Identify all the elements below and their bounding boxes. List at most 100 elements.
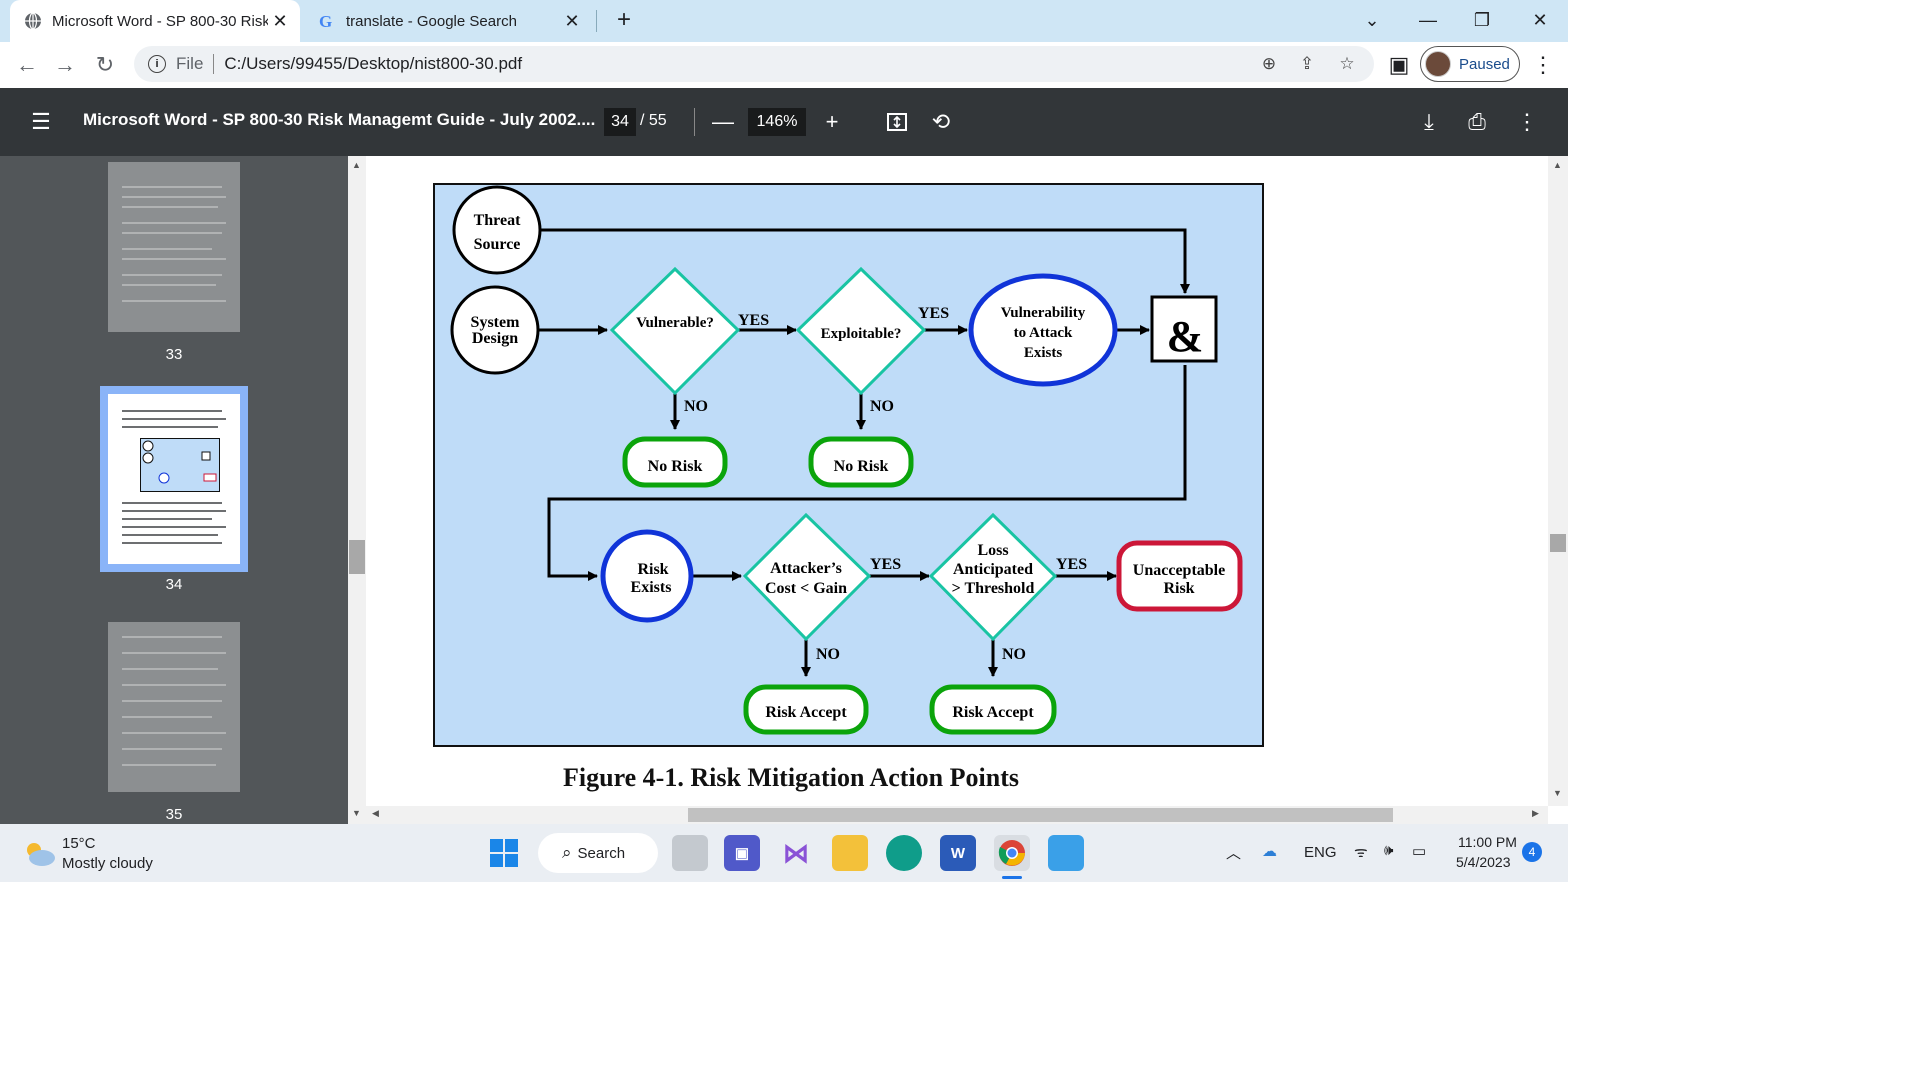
- omnibox[interactable]: i File C:/Users/99455/Desktop/nist800-30…: [134, 46, 1374, 82]
- more-options-icon[interactable]: ⋮: [1512, 107, 1542, 137]
- scroll-up-arrow-icon[interactable]: ▲: [1553, 160, 1562, 170]
- toolbar-divider: [694, 108, 695, 136]
- vulnerable-decision: Vulnerable?: [609, 266, 741, 396]
- page-vertical-scrollbar[interactable]: ▲ ▼: [1548, 156, 1568, 806]
- no-risk-box: No Risk: [622, 436, 728, 488]
- new-tab-button[interactable]: +: [610, 6, 638, 34]
- svg-text:Threat: Threat: [474, 212, 521, 229]
- scroll-thumb[interactable]: [688, 808, 1393, 822]
- bookmark-star-icon[interactable]: ☆: [1336, 53, 1358, 75]
- tab-title: Microsoft Word - SP 800-30 Risk: [52, 12, 268, 30]
- thumbnail-page[interactable]: [108, 622, 240, 792]
- scroll-left-arrow-icon[interactable]: ◀: [372, 808, 379, 819]
- svg-text:Anticipated: Anticipated: [953, 561, 1033, 578]
- onedrive-icon[interactable]: ☁: [1262, 842, 1277, 860]
- no-label: NO: [1002, 646, 1026, 663]
- svg-text:Exists: Exists: [631, 579, 672, 596]
- thumbnail-page-selected[interactable]: [100, 386, 248, 572]
- forward-icon[interactable]: →: [50, 50, 80, 80]
- print-icon[interactable]: ⎙: [1462, 107, 1492, 137]
- clock-time[interactable]: 11:00 PM: [1458, 834, 1517, 850]
- zoom-out-icon[interactable]: —: [708, 107, 738, 137]
- back-icon[interactable]: ←: [12, 50, 42, 80]
- risk-exists-node: Risk Exists: [600, 529, 694, 623]
- google-icon: G: [318, 12, 336, 30]
- share-icon[interactable]: ⇪: [1296, 53, 1318, 75]
- zoom-icon[interactable]: ⊕: [1258, 53, 1280, 75]
- svg-text:Design: Design: [472, 330, 518, 347]
- risk-accept-box: Risk Accept: [929, 684, 1057, 735]
- thumbnail-sidebar: 33 34 35: [0, 156, 348, 824]
- edge-icon[interactable]: [886, 835, 922, 871]
- tab-search-chevron-icon[interactable]: ⌄: [1352, 6, 1392, 34]
- figure-caption: Figure 4-1. Risk Mitigation Action Point…: [563, 763, 1019, 792]
- url-scheme: File: [176, 54, 204, 73]
- svg-text:Risk: Risk: [637, 561, 668, 578]
- task-view-icon[interactable]: [672, 835, 708, 871]
- thumbnail-page[interactable]: [108, 162, 240, 332]
- weather-temp[interactable]: 15°C: [62, 835, 96, 852]
- yes-label: YES: [1056, 556, 1087, 573]
- taskbar: 15°C Mostly cloudy ⌕ Search ▣ ⋈ W ︿ ☁ EN…: [0, 824, 1568, 882]
- side-panel-icon[interactable]: ▣: [1384, 50, 1414, 80]
- profile-button[interactable]: Paused: [1420, 46, 1520, 82]
- scroll-down-arrow-icon[interactable]: ▼: [352, 808, 361, 818]
- visual-studio-icon[interactable]: ⋈: [778, 835, 814, 871]
- language-indicator[interactable]: ENG: [1304, 844, 1337, 861]
- page-number-input[interactable]: 34: [604, 108, 636, 136]
- clock-date[interactable]: 5/4/2023: [1456, 854, 1511, 870]
- notification-badge[interactable]: 4: [1522, 842, 1542, 862]
- scroll-up-arrow-icon[interactable]: ▲: [352, 160, 361, 170]
- photos-icon[interactable]: [1048, 835, 1084, 871]
- minimize-icon[interactable]: —: [1408, 6, 1448, 34]
- svg-text:Unacceptable: Unacceptable: [1133, 562, 1225, 579]
- document-title: Microsoft Word - SP 800-30 Risk Managemt…: [83, 110, 596, 129]
- globe-icon: [24, 12, 42, 30]
- close-window-icon[interactable]: ✕: [1520, 6, 1560, 34]
- browser-menu-icon[interactable]: ⋮: [1528, 50, 1558, 80]
- battery-icon[interactable]: ▭: [1412, 842, 1426, 860]
- weather-cloud-icon[interactable]: [22, 838, 56, 868]
- sidebar-scrollbar[interactable]: ▲ ▼: [348, 156, 366, 824]
- svg-text:Risk Accept: Risk Accept: [765, 704, 847, 721]
- zoom-in-icon[interactable]: +: [817, 107, 847, 137]
- taskbar-search[interactable]: ⌕ Search: [538, 833, 658, 873]
- volume-icon[interactable]: 🕪: [1384, 842, 1393, 859]
- active-app-indicator: [1002, 876, 1022, 879]
- svg-text:Risk: Risk: [1163, 580, 1194, 597]
- attacker-cost-decision: Attacker’s Cost < Gain: [742, 512, 872, 642]
- word-icon[interactable]: W: [940, 835, 976, 871]
- weather-desc[interactable]: Mostly cloudy: [62, 855, 153, 872]
- svg-text:No Risk: No Risk: [648, 458, 703, 475]
- tab-pdf[interactable]: Microsoft Word - SP 800-30 Risk ✕: [10, 0, 300, 42]
- scroll-thumb[interactable]: [1550, 534, 1566, 552]
- tab-google[interactable]: G translate - Google Search ✕: [304, 0, 592, 42]
- hamburger-menu-icon[interactable]: ☰: [26, 107, 56, 137]
- teams-chat-icon[interactable]: ▣: [724, 835, 760, 871]
- download-icon[interactable]: ⤓: [1414, 107, 1444, 137]
- no-label: NO: [684, 398, 708, 415]
- restore-icon[interactable]: ❐: [1462, 6, 1502, 34]
- svg-text:Exists: Exists: [1024, 345, 1063, 361]
- start-windows-icon[interactable]: [486, 835, 522, 871]
- scroll-down-arrow-icon[interactable]: ▼: [1553, 788, 1562, 798]
- url-divider: [213, 54, 215, 74]
- svg-text:Vulnerability: Vulnerability: [1001, 305, 1086, 321]
- file-explorer-icon[interactable]: [832, 835, 868, 871]
- fit-page-icon[interactable]: [882, 107, 912, 137]
- site-info-icon[interactable]: i: [148, 55, 166, 73]
- scroll-right-arrow-icon[interactable]: ▶: [1532, 808, 1539, 819]
- reload-icon[interactable]: ↻: [90, 50, 120, 80]
- chrome-icon[interactable]: [994, 835, 1030, 871]
- url-text[interactable]: C:/Users/99455/Desktop/nist800-30.pdf: [224, 54, 522, 74]
- zoom-level-input[interactable]: 146%: [748, 108, 806, 136]
- rotate-icon[interactable]: ⟲: [926, 107, 956, 137]
- exploitable-decision: Exploitable?: [795, 266, 927, 396]
- page-horizontal-scrollbar[interactable]: ◀ ▶: [366, 806, 1548, 824]
- close-tab-icon[interactable]: ✕: [560, 9, 584, 33]
- page-total: / 55: [640, 112, 667, 129]
- scroll-thumb[interactable]: [349, 540, 365, 574]
- wifi-icon[interactable]: ᯤ: [1354, 842, 1368, 862]
- tray-overflow-icon[interactable]: ︿: [1226, 842, 1241, 863]
- close-tab-icon[interactable]: ✕: [268, 9, 292, 33]
